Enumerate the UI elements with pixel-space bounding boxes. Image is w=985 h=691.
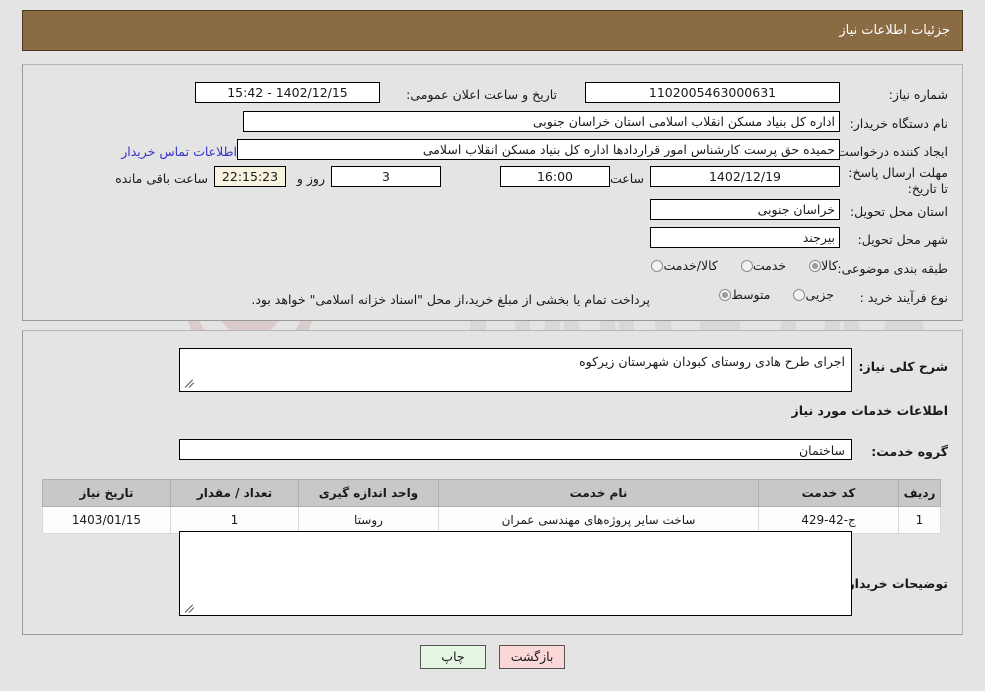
process-type-radio-group[interactable]: جزیی متوسط xyxy=(714,287,834,302)
province-field[interactable]: خراسان جنوبی xyxy=(650,199,840,220)
header-bar: جزئیات اطلاعات نیاز xyxy=(22,10,963,51)
radio-icon[interactable] xyxy=(740,259,753,272)
process-radio-option-label: متوسط xyxy=(731,287,771,302)
need-number-field[interactable]: 1102005463000631 xyxy=(585,82,840,103)
category-radio-option-0[interactable]: کالا xyxy=(804,258,838,273)
buyer-notes-label: توضیحات خریدار: xyxy=(842,576,948,591)
process-radio-option-label: جزیی xyxy=(805,287,834,302)
province-label: استان محل تحویل: xyxy=(849,204,948,219)
deadline-label: مهلت ارسال پاسخ: تا تاریخ: xyxy=(848,165,948,196)
table-header-cell-4: تعداد / مقدار xyxy=(170,479,299,507)
deadline-date-field[interactable]: 1402/12/19 xyxy=(650,166,840,187)
table-header-cell-1: کد خدمت xyxy=(758,479,899,507)
table-cell-2: ساخت سایر پروژه‌های مهندسی عمران xyxy=(438,506,759,534)
deadline-time-label: ساعت xyxy=(609,171,644,186)
table-row: 1 ج-42-429 ساخت سایر پروژه‌های مهندسی عمرا… xyxy=(42,506,941,534)
buyer-org-field[interactable]: اداره کل بنیاد مسکن انقلاب اسلامی استان … xyxy=(243,111,840,132)
radio-icon[interactable] xyxy=(719,288,732,301)
services-table: ردیف کد خدمت نام خدمت واحد اندازه گیری تعداد… xyxy=(42,479,941,534)
deadline-days-label: روز و xyxy=(296,171,325,186)
buyer-contact-link[interactable]: اطلاعات تماس خریدار xyxy=(121,144,237,159)
deadline-days-field[interactable]: 3 xyxy=(331,166,441,187)
announce-datetime-field[interactable]: 1402/12/15 - 15:42 xyxy=(195,82,380,103)
general-description-label: شرح کلی نیاز: xyxy=(858,359,948,374)
table-header-row: ردیف کد خدمت نام خدمت واحد اندازه گیری تعداد… xyxy=(42,479,941,507)
table-cell-4: 1 xyxy=(170,506,299,534)
radio-icon[interactable] xyxy=(651,259,664,272)
category-radio-option-2[interactable]: کالا/خدمت xyxy=(646,258,718,273)
table-header-cell-0: ردیف xyxy=(898,479,941,507)
page-root: جزئیات اطلاعات نیاز شماره نیاز: 11020054… xyxy=(0,0,985,691)
deadline-remaining-label: ساعت باقی مانده xyxy=(115,171,208,186)
table-header-cell-2: نام خدمت xyxy=(438,479,759,507)
table-cell-5: 1403/01/15 xyxy=(42,506,171,534)
buyer-notes-textarea[interactable] xyxy=(179,531,852,616)
deadline-countdown-field: 22:15:23 xyxy=(214,166,286,187)
need-info-panel: شماره نیاز: 1102005463000631 تاریخ و ساع… xyxy=(22,64,963,321)
table-header-cell-3: واحد اندازه گیری xyxy=(298,479,439,507)
services-section-title: اطلاعات خدمات مورد نیاز xyxy=(791,403,949,418)
general-description-textarea[interactable]: اجرای طرح هادی روستای کبودان شهرستان زیر… xyxy=(179,348,852,392)
process-radio-option-1[interactable]: متوسط xyxy=(714,287,770,302)
category-radio-group[interactable]: کالا خدمت کالا/خدمت xyxy=(646,258,838,273)
table-cell-3: روستا xyxy=(298,506,439,534)
category-radio-option-label: کالا xyxy=(821,258,838,273)
deadline-time-field[interactable]: 16:00 xyxy=(500,166,610,187)
radio-icon[interactable] xyxy=(793,288,806,301)
table-cell-1: ج-42-429 xyxy=(758,506,899,534)
city-label: شهر محل تحویل: xyxy=(857,232,948,247)
table-header-cell-5: تاریخ نیاز xyxy=(42,479,171,507)
category-radio-option-label: کالا/خدمت xyxy=(663,258,718,273)
service-group-field[interactable]: ساختمان xyxy=(179,439,852,460)
button-bar: بازگشت چاپ xyxy=(0,645,985,669)
process-type-note: پرداخت تمام یا بخشی از مبلغ خرید،از محل … xyxy=(251,292,650,307)
buyer-org-label: نام دستگاه خریدار: xyxy=(849,116,948,131)
process-radio-option-0[interactable]: جزیی xyxy=(788,287,834,302)
creator-label: ایجاد کننده درخواست: xyxy=(832,144,948,159)
city-field[interactable]: بیرجند xyxy=(650,227,840,248)
radio-icon[interactable] xyxy=(809,259,822,272)
announce-datetime-label: تاریخ و ساعت اعلان عمومی: xyxy=(406,87,557,102)
need-details-panel: شرح کلی نیاز: اجرای طرح هادی روستای کبود… xyxy=(22,330,963,635)
back-button[interactable]: بازگشت xyxy=(499,645,566,669)
process-type-label: نوع فرآیند خرید : xyxy=(859,290,948,305)
table-cell-0: 1 xyxy=(898,506,941,534)
category-radio-option-1[interactable]: خدمت xyxy=(736,258,786,273)
page-title: جزئیات اطلاعات نیاز xyxy=(839,23,950,38)
category-label: طبقه بندی موضوعی: xyxy=(837,261,948,276)
creator-field[interactable]: حمیده حق پرست کارشناس امور قراردادها ادا… xyxy=(237,139,840,160)
need-number-label: شماره نیاز: xyxy=(888,87,948,102)
service-group-label: گروه خدمت: xyxy=(871,444,948,459)
print-button[interactable]: چاپ xyxy=(419,645,486,669)
category-radio-option-label: خدمت xyxy=(752,258,787,273)
